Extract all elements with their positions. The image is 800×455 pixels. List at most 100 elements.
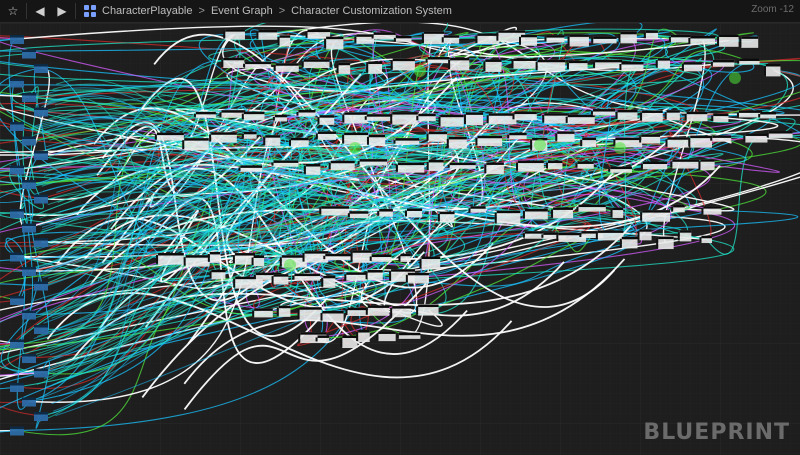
graph-node[interactable]	[241, 111, 265, 121]
graph-node[interactable]	[252, 308, 273, 318]
graph-node[interactable]	[640, 210, 671, 222]
graph-node[interactable]	[701, 206, 722, 215]
graph-node[interactable]	[511, 58, 537, 69]
graph-node[interactable]	[10, 296, 24, 305]
graph-node[interactable]	[390, 306, 412, 318]
graph-node[interactable]	[357, 159, 388, 166]
graph-node[interactable]	[296, 110, 316, 117]
graph-node[interactable]	[404, 208, 423, 218]
graph-node[interactable]	[34, 107, 48, 117]
graph-node[interactable]	[390, 112, 418, 125]
graph-node[interactable]	[416, 304, 439, 316]
graph-node[interactable]	[10, 252, 24, 262]
graph-node[interactable]	[356, 330, 370, 343]
graph-node[interactable]	[390, 58, 415, 71]
graph-node[interactable]	[643, 30, 658, 40]
graph-node[interactable]	[396, 332, 421, 339]
graph-node[interactable]	[22, 180, 36, 189]
graph-node[interactable]	[640, 110, 663, 122]
graph-node[interactable]	[238, 165, 263, 172]
graph-node[interactable]	[276, 305, 291, 317]
graph-node[interactable]	[241, 131, 257, 139]
graph-node[interactable]	[664, 110, 680, 121]
graph-node[interactable]	[425, 57, 450, 64]
graph-node[interactable]	[619, 62, 644, 72]
graph-node[interactable]	[292, 273, 321, 281]
graph-node[interactable]	[10, 165, 24, 175]
graph-node[interactable]	[289, 137, 309, 147]
graph-node[interactable]	[639, 134, 661, 144]
graph-node[interactable]	[486, 113, 517, 125]
graph-node[interactable]	[688, 35, 715, 45]
graph-node[interactable]	[419, 256, 441, 270]
graph-node[interactable]	[377, 209, 393, 217]
graph-node[interactable]	[567, 34, 589, 47]
graph-node[interactable]	[22, 49, 36, 59]
graph-node[interactable]	[350, 250, 372, 263]
graph-node[interactable]	[545, 160, 563, 170]
graph-node[interactable]	[448, 57, 470, 71]
graph-node[interactable]	[468, 206, 486, 213]
graph-node[interactable]	[34, 238, 48, 247]
graph-node[interactable]	[637, 229, 652, 241]
graph-node[interactable]	[484, 162, 504, 175]
graph-node[interactable]	[22, 267, 36, 276]
graph-node[interactable]	[22, 354, 36, 363]
graph-node[interactable]	[608, 166, 632, 173]
graph-node[interactable]	[512, 111, 537, 121]
graph-node[interactable]	[475, 33, 500, 44]
graph-node[interactable]	[371, 32, 396, 40]
graph-node[interactable]	[446, 136, 467, 149]
graph-node[interactable]	[737, 58, 760, 65]
graph-node[interactable]	[684, 111, 708, 122]
graph-node[interactable]	[365, 270, 383, 281]
graph-node[interactable]	[743, 133, 768, 143]
graph-node[interactable]	[426, 131, 448, 142]
graph-node[interactable]	[365, 305, 390, 316]
graph-node[interactable]	[315, 131, 337, 140]
graph-node[interactable]	[22, 397, 36, 407]
graph-node[interactable]	[739, 36, 759, 48]
graph-node[interactable]	[483, 59, 502, 72]
graph-node[interactable]	[315, 335, 330, 343]
selected-pin[interactable]	[534, 139, 546, 151]
graph-node[interactable]	[256, 29, 278, 40]
graph-node[interactable]	[393, 35, 412, 42]
graph-node[interactable]	[535, 59, 566, 72]
graph-node[interactable]	[681, 62, 703, 72]
graph-node[interactable]	[710, 135, 732, 142]
graph-node[interactable]	[590, 109, 616, 116]
graph-node[interactable]	[10, 209, 24, 218]
graph-node[interactable]	[297, 307, 322, 320]
graph-node[interactable]	[347, 211, 369, 219]
graph-node[interactable]	[763, 63, 781, 77]
graph-node[interactable]	[209, 132, 237, 143]
graph-node[interactable]	[321, 275, 336, 288]
crumb-character-playable[interactable]: CharacterPlayable	[102, 5, 193, 17]
arrow-left-icon[interactable]: ◀	[31, 2, 49, 20]
graph-node[interactable]	[518, 34, 537, 46]
selected-pin[interactable]	[614, 142, 626, 154]
crumb-customization[interactable]: Character Customization System	[291, 5, 452, 17]
graph-node[interactable]	[354, 34, 374, 44]
graph-node[interactable]	[219, 110, 246, 118]
graph-node[interactable]	[618, 31, 637, 44]
graph-node[interactable]	[671, 204, 685, 213]
graph-node[interactable]	[319, 206, 350, 216]
graph-node[interactable]	[640, 161, 668, 170]
graph-node[interactable]	[447, 162, 476, 169]
graph-node[interactable]	[665, 137, 690, 148]
graph-node[interactable]	[271, 274, 289, 285]
graph-node[interactable]	[34, 325, 48, 334]
graph-node[interactable]	[193, 111, 216, 118]
graph-node[interactable]	[272, 114, 287, 122]
star-icon[interactable]: ☆	[4, 2, 22, 20]
graph-node[interactable]	[366, 61, 383, 74]
graph-node[interactable]	[340, 335, 358, 349]
graph-node[interactable]	[426, 159, 444, 171]
graph-node[interactable]	[10, 426, 24, 436]
graph-node[interactable]	[580, 137, 597, 148]
graph-node[interactable]	[655, 58, 671, 69]
graph-node[interactable]	[10, 122, 24, 131]
graph-node[interactable]	[711, 113, 729, 123]
